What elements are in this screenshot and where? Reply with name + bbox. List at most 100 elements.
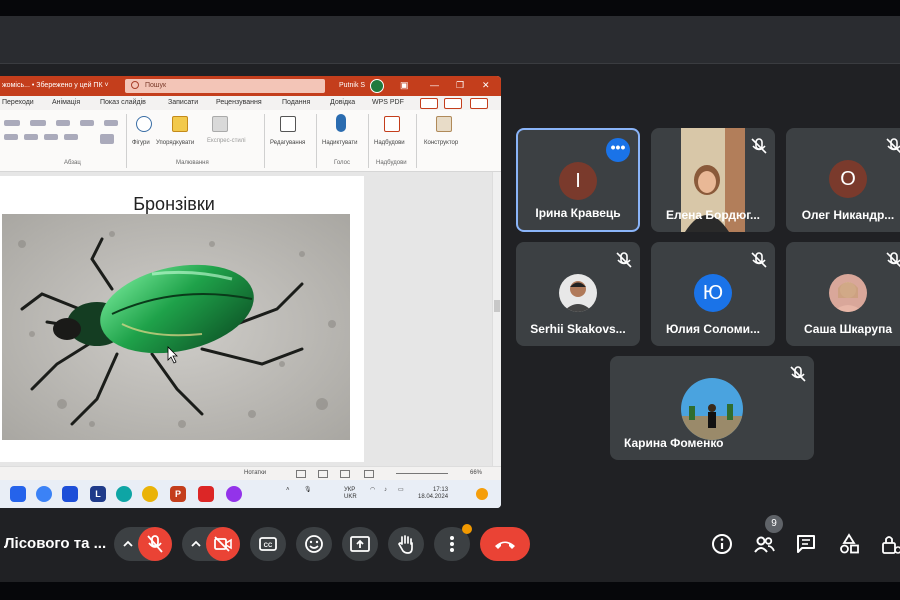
- tab-view[interactable]: Подання: [282, 99, 310, 106]
- tray-mic-icon[interactable]: 🎙: [304, 487, 312, 494]
- more-options-icon[interactable]: •••: [606, 138, 630, 162]
- language-indicator[interactable]: УКР UKR: [344, 487, 357, 501]
- minimize-icon[interactable]: —: [430, 80, 439, 90]
- powerpoint-icon[interactable]: P: [170, 486, 186, 502]
- leave-call-button[interactable]: [480, 527, 530, 561]
- justify-icon[interactable]: [64, 134, 78, 140]
- smartart-icon[interactable]: [100, 134, 114, 144]
- line-spacing-icon[interactable]: [80, 120, 94, 126]
- align-right-icon[interactable]: [44, 134, 58, 140]
- group-voice: Голос: [334, 160, 350, 166]
- quick-styles-label[interactable]: Експрес-стилі: [207, 138, 246, 144]
- user-avatar[interactable]: [370, 79, 384, 93]
- wifi-icon[interactable]: ◠: [370, 487, 375, 494]
- tab-review[interactable]: Рецензування: [216, 99, 262, 106]
- notes-toggle[interactable]: Нотатки: [244, 470, 266, 476]
- search-box[interactable]: Пошук: [125, 79, 325, 93]
- record-button[interactable]: [444, 98, 462, 109]
- microphone-icon[interactable]: [336, 114, 346, 132]
- chevron-up-icon[interactable]: [190, 538, 202, 550]
- tab-transitions[interactable]: Переходи: [2, 99, 34, 106]
- zoom-level[interactable]: 66%: [470, 470, 482, 476]
- camera-control[interactable]: [182, 527, 240, 561]
- wps-icon[interactable]: [198, 486, 214, 502]
- slideshow-view-icon[interactable]: [364, 470, 374, 478]
- tab-animation[interactable]: Анімація: [52, 99, 80, 106]
- copilot-icon[interactable]: [36, 486, 52, 502]
- beetle-photo: [2, 214, 350, 440]
- camera-toggle-button[interactable]: [206, 527, 240, 561]
- l-app-icon[interactable]: L: [90, 486, 106, 502]
- shapes-icon[interactable]: [136, 116, 152, 132]
- people-icon[interactable]: [753, 533, 775, 555]
- ribbon-display-icon[interactable]: ▣: [400, 80, 409, 91]
- captions-button[interactable]: CC: [250, 527, 286, 561]
- info-icon[interactable]: [711, 533, 733, 555]
- reactions-button[interactable]: [296, 527, 332, 561]
- mic-off-icon: [147, 535, 163, 553]
- numbered-list-icon[interactable]: [30, 120, 46, 126]
- present-button[interactable]: [470, 98, 488, 109]
- ribbon: Абзац Фігури Упорядкувати Експрес-стилі …: [0, 110, 501, 172]
- zoom-app-icon[interactable]: [62, 486, 78, 502]
- shapes-label[interactable]: Фігури: [132, 140, 150, 146]
- editing-label[interactable]: Редагування: [270, 140, 305, 146]
- host-controls-icon[interactable]: [880, 533, 900, 555]
- participant-tile[interactable]: Ю Юлия Соломи...: [651, 242, 775, 346]
- present-screen-button[interactable]: [342, 527, 378, 561]
- participant-tile[interactable]: І ••• Ірина Кравець: [516, 128, 640, 232]
- addins-label[interactable]: Надбудови: [374, 140, 405, 146]
- designer-label[interactable]: Конструктор: [424, 140, 458, 146]
- ribbon-separator: [264, 114, 265, 168]
- align-left-icon[interactable]: [4, 134, 18, 140]
- participant-tile[interactable]: Карина Фоменко: [610, 356, 814, 460]
- restore-icon[interactable]: ❐: [456, 80, 464, 91]
- activities-icon[interactable]: [838, 533, 860, 555]
- mail-icon[interactable]: [10, 486, 26, 502]
- quick-styles-icon[interactable]: [212, 116, 228, 132]
- chat-icon[interactable]: [795, 533, 817, 555]
- sorter-view-icon[interactable]: [318, 470, 328, 478]
- participant-name: Ірина Кравець: [535, 206, 621, 220]
- chevron-up-icon[interactable]: [122, 538, 134, 550]
- tab-help[interactable]: Довідка: [330, 99, 355, 106]
- arrange-label[interactable]: Упорядкувати: [156, 140, 194, 146]
- widgets-icon[interactable]: [476, 488, 488, 500]
- comments-button[interactable]: [420, 98, 438, 109]
- viber-icon[interactable]: [226, 486, 242, 502]
- tab-wps-pdf[interactable]: WPS PDF: [372, 99, 404, 106]
- align-center-icon[interactable]: [24, 134, 38, 140]
- indent-icon[interactable]: [56, 120, 70, 126]
- scroll-thumb[interactable]: [494, 300, 500, 312]
- mic-toggle-button[interactable]: [138, 527, 172, 561]
- volume-icon[interactable]: ♪: [384, 487, 387, 494]
- raise-hand-button[interactable]: [388, 527, 424, 561]
- dictate-label[interactable]: Надиктувати: [322, 140, 357, 146]
- tab-slideshow[interactable]: Показ слайдів: [100, 99, 146, 106]
- designer-icon[interactable]: [436, 116, 452, 132]
- arrange-icon[interactable]: [172, 116, 188, 132]
- zoom-slider[interactable]: [396, 473, 448, 474]
- participant-tile[interactable]: Саша Шкарупа: [786, 242, 900, 346]
- battery-icon[interactable]: ▭: [398, 487, 404, 494]
- clock[interactable]: 17:13 18.04.2024: [418, 487, 448, 501]
- reading-view-icon[interactable]: [340, 470, 350, 478]
- addins-icon[interactable]: [384, 116, 400, 132]
- participant-tile[interactable]: О Олег Никандр...: [786, 128, 900, 232]
- tray-chevron-icon[interactable]: ˄: [286, 487, 290, 494]
- more-options-button[interactable]: [434, 524, 472, 561]
- participant-name: Саша Шкарупа: [803, 322, 892, 336]
- avatar: [829, 274, 867, 312]
- edge-icon[interactable]: [116, 486, 132, 502]
- participant-tile[interactable]: Елена Бордюг...: [651, 128, 775, 232]
- list-icon[interactable]: [4, 120, 20, 126]
- editing-search-icon[interactable]: [280, 116, 296, 132]
- tab-record[interactable]: Записати: [168, 99, 198, 106]
- chrome-icon[interactable]: [142, 486, 158, 502]
- slide-scrollbar[interactable]: [492, 172, 501, 466]
- participant-tile[interactable]: Serhii Skakovs...: [516, 242, 640, 346]
- close-icon[interactable]: ✕: [482, 80, 490, 91]
- normal-view-icon[interactable]: [296, 470, 306, 478]
- text-direction-icon[interactable]: [104, 120, 118, 126]
- mic-control[interactable]: [114, 527, 172, 561]
